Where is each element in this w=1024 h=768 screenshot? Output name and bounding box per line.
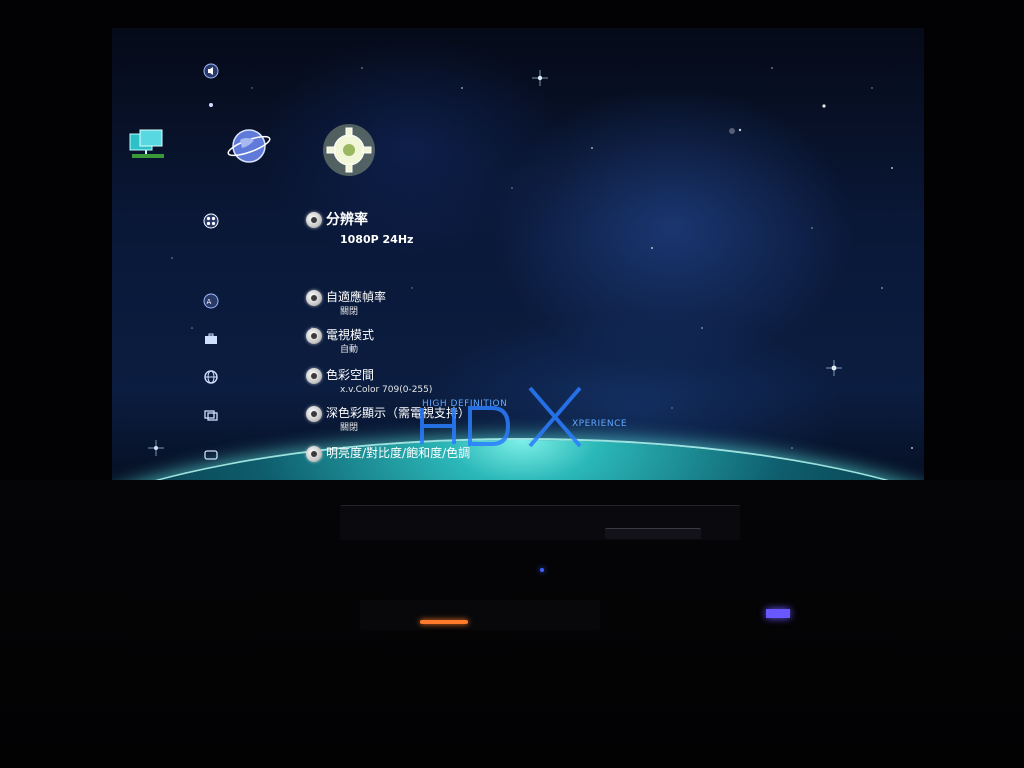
menu-bullet-icon — [306, 328, 322, 344]
left-sidebar: A — [202, 58, 230, 478]
toolbox-icon[interactable] — [202, 330, 220, 348]
menu-item-label: 色彩空間 — [326, 368, 375, 382]
globe-icon[interactable] — [202, 368, 220, 386]
logo-tagline-right: XPERIENCE — [572, 419, 627, 429]
internet-globe-icon[interactable] — [226, 124, 272, 170]
film-reel-icon[interactable] — [202, 212, 220, 230]
settings-gear-icon[interactable] — [318, 120, 380, 182]
menu-bullet-icon — [306, 446, 322, 462]
network-computer-icon[interactable] — [126, 124, 170, 168]
front-panel-display — [766, 609, 790, 618]
amplifier-led — [420, 620, 468, 624]
message-icon[interactable] — [202, 446, 220, 464]
menu-bullet-icon — [306, 212, 322, 228]
status-led — [540, 568, 544, 572]
media-player — [605, 528, 701, 539]
speaker-icon[interactable] — [202, 62, 220, 80]
menu-item-value: 關閉 — [340, 307, 359, 317]
menu-item-label: 自適應幀率 — [326, 290, 387, 304]
menu-bullet-icon — [306, 368, 322, 384]
menu-item-label: 電視模式 — [326, 328, 375, 342]
menu-item-value: 1080P 24Hz — [340, 233, 414, 246]
tv-screen: A 分辨率 1080P 24Hz 自適應幀率 關閉 電視模式 自動 色彩空間 x… — [112, 28, 924, 480]
window-icon[interactable] — [202, 406, 220, 424]
svg-text:A: A — [207, 298, 212, 306]
subtitle-icon[interactable]: A — [202, 292, 220, 310]
logo-tagline-left: HIGH DEFINITION — [422, 399, 507, 409]
amplifier — [360, 600, 600, 630]
dot-icon — [202, 96, 220, 114]
menu-bullet-icon — [306, 290, 322, 306]
menu-item-value: 關閉 — [340, 423, 359, 433]
menu-item-label: 分辨率 — [326, 212, 368, 228]
hdx-logo: HIGH DEFINITION XPERIENCE — [420, 386, 627, 448]
menu-bullet-icon — [306, 406, 322, 422]
menu-item-value: 自動 — [340, 345, 359, 355]
